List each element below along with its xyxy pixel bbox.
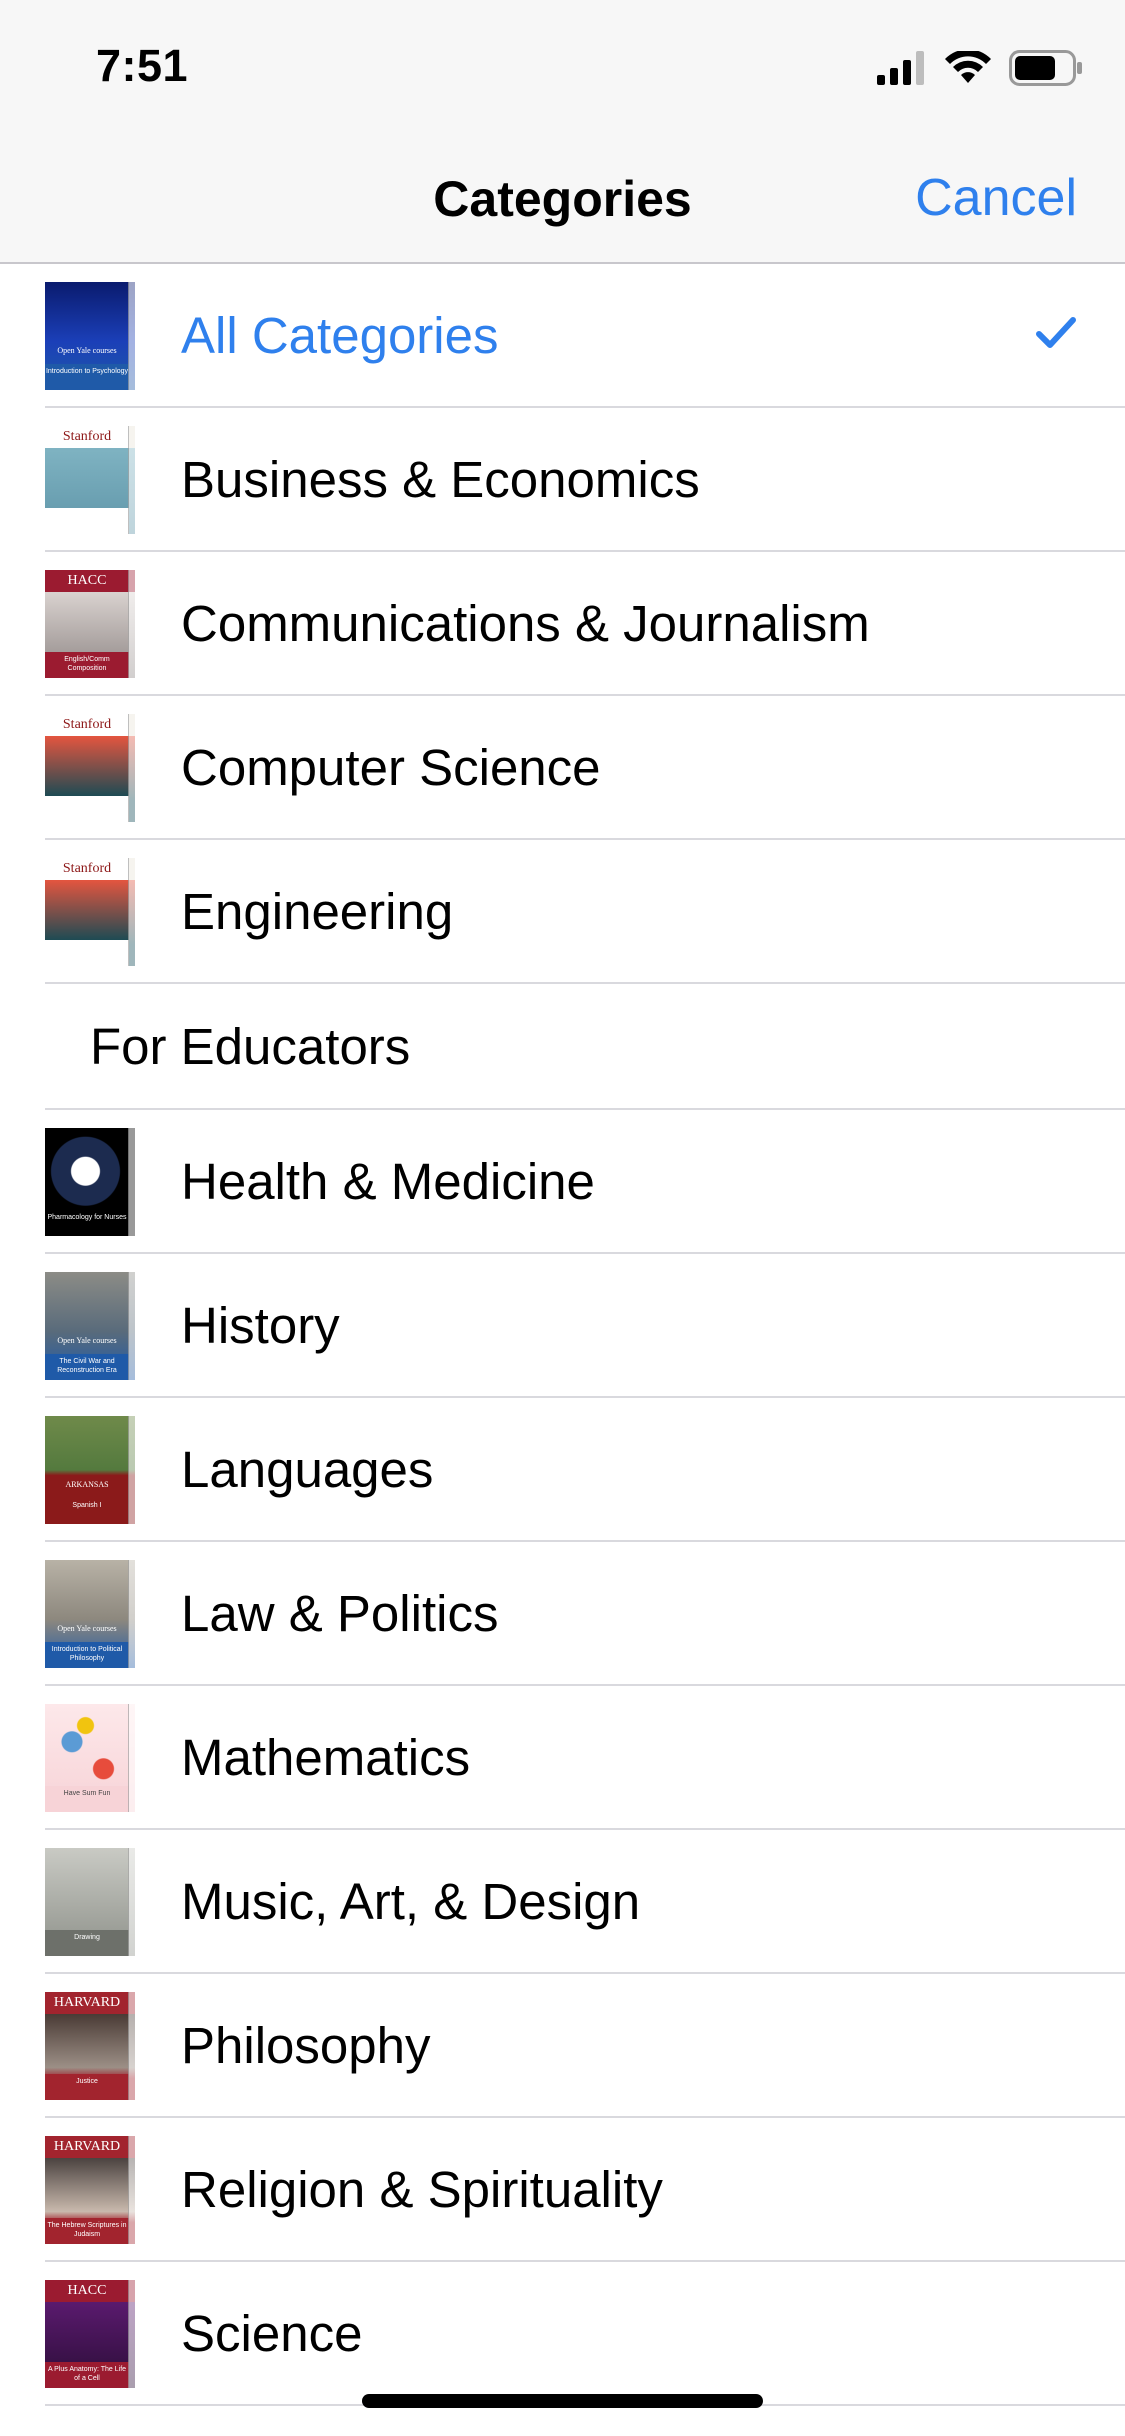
category-row[interactable]: HARVARD Justice Philosophy	[45, 1974, 1125, 2118]
home-indicator[interactable]	[362, 2394, 763, 2408]
category-row[interactable]: Stanford How to Start a Startup Business &…	[45, 408, 1125, 552]
category-row[interactable]: Open Yale courses The Civil War and Recon…	[45, 1254, 1125, 1398]
category-label: History	[181, 1297, 340, 1354]
thumbnail-brand: Stanford	[45, 426, 129, 448]
category-row[interactable]: HARVARD The Hebrew Scriptures in Judaism R…	[45, 2118, 1125, 2262]
cancel-button[interactable]: Cancel	[915, 168, 1077, 228]
thumbnail-stack-edge	[128, 2280, 135, 2388]
category-label: Philosophy	[181, 2017, 431, 2074]
thumbnail-caption: Developing iOS 11 Apps with Swift	[45, 796, 129, 822]
category-thumbnail: HARVARD The Hebrew Scriptures in Judaism	[45, 2136, 135, 2244]
category-thumbnail: HACC A Plus Anatomy: The Life of a Cell	[45, 2280, 135, 2388]
thumbnail-brand: HARVARD	[45, 2136, 129, 2158]
category-thumbnail: Have Sum Fun	[45, 1704, 135, 1812]
thumbnail-brand: HACC	[45, 570, 129, 592]
status-icons	[877, 48, 1083, 88]
category-row[interactable]: For Educators	[45, 984, 1125, 1110]
category-row[interactable]: Pharmacology for Nurses Health & Medicine	[45, 1110, 1125, 1254]
thumbnail-brand: HARVARD	[45, 1992, 129, 2014]
category-thumbnail: Drawing	[45, 1848, 135, 1956]
thumbnail-caption: Pharmacology for Nurses	[45, 1210, 129, 1236]
category-thumbnail: HACC English/Comm Composition	[45, 570, 135, 678]
category-row[interactable]: Open Yale courses Introduction to Psychol…	[45, 264, 1125, 408]
thumbnail-caption: Spanish I	[45, 1498, 129, 1524]
category-thumbnail: ARKANSAS Spanish I	[45, 1416, 135, 1524]
battery-icon	[1009, 50, 1082, 86]
category-label: Science	[181, 2305, 363, 2362]
thumbnail-stack-edge	[128, 570, 135, 678]
thumbnail-brand: Stanford	[45, 714, 129, 736]
category-label: Computer Science	[181, 739, 601, 796]
thumbnail-stack-edge	[128, 1272, 135, 1380]
category-label: Engineering	[181, 883, 454, 940]
category-row[interactable]: Stanford Developing iOS 11 Apps with Swif…	[45, 696, 1125, 840]
category-thumbnail: Open Yale courses Introduction to Politic…	[45, 1560, 135, 1668]
thumbnail-caption: Have Sum Fun	[45, 1786, 129, 1812]
thumbnail-caption: How to Start a Startup	[45, 508, 129, 534]
wifi-icon	[945, 51, 991, 83]
thumbnail-stack-edge	[128, 1560, 135, 1668]
category-row[interactable]: ARKANSAS Spanish I Languages	[45, 1398, 1125, 1542]
thumbnail-stack-edge	[128, 282, 135, 390]
category-list: Open Yale courses Introduction to Psychol…	[0, 264, 1125, 2406]
category-row[interactable]: Open Yale courses Introduction to Politic…	[45, 1542, 1125, 1686]
category-label: Health & Medicine	[181, 1153, 595, 1210]
thumbnail-caption: Introduction to Psychology	[45, 364, 129, 390]
thumbnail-stack-edge	[128, 1992, 135, 2100]
category-label: Religion & Spirituality	[181, 2161, 663, 2218]
thumbnail-caption: Developing iOS 11 Apps with Swift	[45, 940, 129, 966]
category-label: Business & Economics	[181, 451, 700, 508]
category-label: Languages	[181, 1441, 434, 1498]
category-row[interactable]: Stanford Developing iOS 11 Apps with Swif…	[45, 840, 1125, 984]
thumbnail-caption: A Plus Anatomy: The Life of a Cell	[45, 2362, 129, 2388]
category-label: For Educators	[90, 1018, 411, 1075]
category-thumbnail: HARVARD Justice	[45, 1992, 135, 2100]
thumbnail-brand: Open Yale courses	[57, 346, 117, 355]
category-label: All Categories	[181, 307, 499, 364]
thumbnail-caption: The Civil War and Reconstruction Era	[45, 1354, 129, 1380]
category-thumbnail: Stanford Developing iOS 11 Apps with Swif…	[45, 858, 135, 966]
thumbnail-brand: Stanford	[45, 858, 129, 880]
thumbnail-stack-edge	[128, 1416, 135, 1524]
thumbnail-caption: Justice	[45, 2074, 129, 2100]
thumbnail-brand: ARKANSAS	[65, 1480, 109, 1489]
thumbnail-stack-edge	[128, 1704, 135, 1812]
thumbnail-stack-edge	[128, 1128, 135, 1236]
thumbnail-caption: Drawing	[45, 1930, 129, 1956]
thumbnail-stack-edge	[128, 2136, 135, 2244]
navigation-bar: Categories Cancel	[0, 140, 1125, 264]
category-thumbnail: Stanford How to Start a Startup	[45, 426, 135, 534]
thumbnail-caption: The Hebrew Scriptures in Judaism	[45, 2218, 129, 2244]
thumbnail-stack-edge	[128, 426, 135, 534]
category-label: Mathematics	[181, 1729, 471, 1786]
status-time: 7:51	[96, 40, 189, 91]
category-thumbnail: Stanford Developing iOS 11 Apps with Swif…	[45, 714, 135, 822]
thumbnail-stack-edge	[128, 858, 135, 966]
category-row[interactable]: HACC A Plus Anatomy: The Life of a Cell Sc…	[45, 2262, 1125, 2406]
category-thumbnail: Open Yale courses Introduction to Psychol…	[45, 282, 135, 390]
thumbnail-brand: HACC	[45, 2280, 129, 2302]
category-label: Communications & Journalism	[181, 595, 870, 652]
category-thumbnail: Pharmacology for Nurses	[45, 1128, 135, 1236]
category-label: Music, Art, & Design	[181, 1873, 641, 1930]
category-row[interactable]: HACC English/Comm Composition Communicatio…	[45, 552, 1125, 696]
checkmark-icon	[1036, 317, 1076, 348]
category-thumbnail: Open Yale courses The Civil War and Recon…	[45, 1272, 135, 1380]
thumbnail-stack-edge	[128, 1848, 135, 1956]
category-row[interactable]: Have Sum Fun Mathematics	[45, 1686, 1125, 1830]
thumbnail-caption: English/Comm Composition	[45, 652, 129, 678]
signal-icon	[877, 51, 924, 85]
thumbnail-caption: Introduction to Political Philosophy	[45, 1642, 129, 1668]
category-label: Law & Politics	[181, 1585, 499, 1642]
thumbnail-stack-edge	[128, 714, 135, 822]
thumbnail-brand: Open Yale courses	[57, 1624, 117, 1633]
thumbnail-brand: Open Yale courses	[57, 1336, 117, 1345]
category-row[interactable]: Drawing Music, Art, & Design	[45, 1830, 1125, 1974]
status-bar: 7:51	[0, 0, 1125, 140]
